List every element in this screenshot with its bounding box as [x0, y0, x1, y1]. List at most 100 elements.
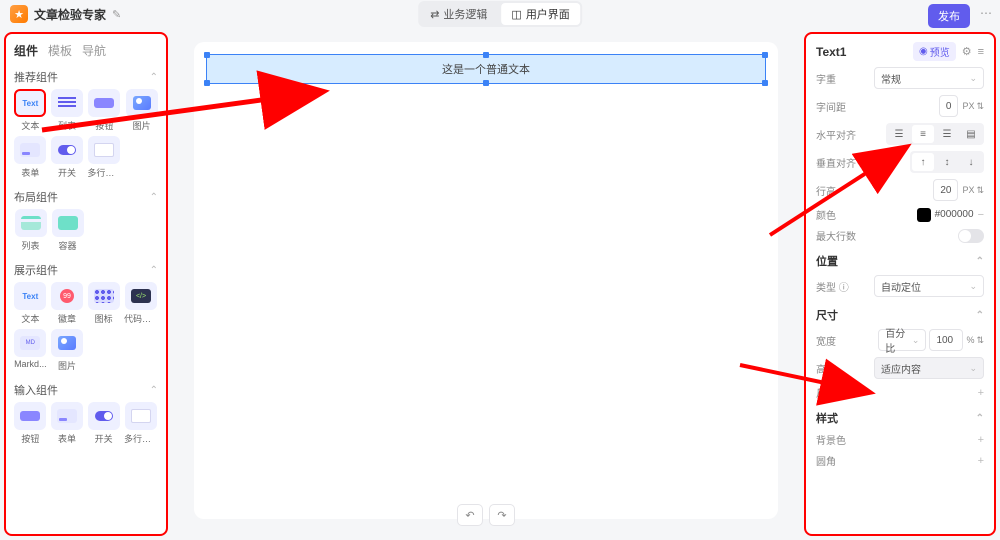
- publish-button[interactable]: 发布: [928, 4, 970, 28]
- comp-inp-switch-label: 开关: [95, 432, 113, 445]
- comp-text[interactable]: Text 文本: [14, 89, 47, 132]
- comp-image[interactable]: 图片: [125, 89, 158, 132]
- preview-button[interactable]: ◉ 预览: [913, 42, 956, 61]
- comp-multiline[interactable]: 多行输...: [87, 136, 121, 179]
- form-icon: [57, 409, 77, 423]
- align-justify-button[interactable]: ▤: [960, 125, 982, 143]
- comp-chart[interactable]: 图标: [87, 282, 120, 325]
- comp-chart-label: 图标: [95, 312, 113, 325]
- resize-handle-ne[interactable]: [762, 52, 768, 58]
- valign-top-button[interactable]: ↑: [912, 153, 934, 171]
- canvas[interactable]: 这是一个普通文本: [194, 42, 778, 519]
- resize-handle-nw[interactable]: [204, 52, 210, 58]
- chevron-down-icon[interactable]: ⌃: [976, 310, 984, 321]
- text-icon: Text: [22, 99, 38, 108]
- comp-inp-multiline[interactable]: 多行输...: [124, 402, 158, 445]
- comp-form[interactable]: 表单: [14, 136, 47, 179]
- width-input[interactable]: 100: [929, 329, 963, 351]
- comp-inp-switch[interactable]: 开关: [87, 402, 120, 445]
- redo-button[interactable]: ↷: [489, 504, 515, 526]
- resize-handle-se[interactable]: [762, 80, 768, 86]
- stepper-icon[interactable]: ⇅: [976, 101, 984, 112]
- valign-middle-button[interactable]: ↕: [936, 153, 958, 171]
- comp-form-label: 表单: [21, 166, 39, 179]
- undo-button[interactable]: ↶: [457, 504, 483, 526]
- comp-disp-image-label: 图片: [58, 359, 76, 372]
- add-radius-button[interactable]: +: [978, 455, 984, 467]
- chevron-down-icon[interactable]: ⌃: [976, 413, 984, 424]
- align-left-button[interactable]: ☰: [888, 125, 910, 143]
- comp-switch[interactable]: 开关: [51, 136, 84, 179]
- letter-spacing-unit: PX: [962, 101, 974, 111]
- rad-label: 圆角: [816, 453, 836, 468]
- comp-inp-button[interactable]: 按钮: [14, 402, 47, 445]
- edit-title-icon[interactable]: ✎: [112, 8, 121, 21]
- chevron-down-icon[interactable]: ⌃: [150, 72, 158, 83]
- width-mode-value: 百分比: [885, 325, 912, 355]
- align-right-button[interactable]: ☰: [936, 125, 958, 143]
- image-icon: [133, 96, 151, 110]
- switch-icon: [95, 411, 113, 421]
- stepper-icon[interactable]: ⇅: [976, 185, 984, 196]
- app-title: 文章检验专家: [34, 6, 106, 23]
- comp-code[interactable]: </>代码展...: [124, 282, 158, 325]
- resize-handle-sw[interactable]: [204, 80, 210, 86]
- image-icon: [58, 336, 76, 350]
- valign-bottom-button[interactable]: ↓: [960, 153, 982, 171]
- comp-markdown-label: Markd...: [14, 359, 47, 369]
- align-center-button[interactable]: ≡: [912, 125, 934, 143]
- comp-disp-image[interactable]: 图片: [51, 329, 84, 372]
- font-weight-select[interactable]: 常规⌄: [874, 67, 984, 89]
- table-icon: [21, 216, 41, 230]
- width-label: 宽度: [816, 333, 836, 348]
- comp-layout-list[interactable]: 列表: [14, 209, 47, 252]
- component-panel: 组件 模板 导航 推荐组件⌃ Text文本 列表 按钮 图片 表单 开关 多行输…: [4, 32, 168, 536]
- chevron-down-icon[interactable]: ⌃: [150, 192, 158, 203]
- height-select[interactable]: 适应内容⌄: [874, 357, 984, 379]
- text-widget-selected[interactable]: 这是一个普通文本: [206, 54, 766, 84]
- app-logo-icon: ★: [10, 5, 28, 23]
- resize-handle-s[interactable]: [483, 80, 489, 86]
- comp-container[interactable]: 容器: [51, 209, 84, 252]
- tab-ui[interactable]: ◫用户界面: [501, 3, 579, 25]
- position-type-select[interactable]: 自动定位⌄: [874, 275, 984, 297]
- badge-icon: 99: [60, 289, 74, 303]
- comp-inp-form[interactable]: 表单: [51, 402, 84, 445]
- resize-handle-n[interactable]: [483, 52, 489, 58]
- max-lines-toggle[interactable]: [958, 229, 984, 243]
- comp-markdown[interactable]: MDMarkd...: [14, 329, 47, 372]
- letter-spacing-value: 0: [946, 101, 952, 112]
- height-label: 高度: [816, 361, 836, 376]
- comp-switch-label: 开关: [58, 166, 76, 179]
- group-layout-label: 布局组件: [14, 189, 58, 205]
- stepper-icon[interactable]: ⇅: [976, 335, 984, 346]
- remove-color-button[interactable]: −: [978, 209, 984, 221]
- line-height-input[interactable]: 20: [933, 179, 958, 201]
- top-mode-tabs: ⇄业务逻辑 ◫用户界面: [418, 1, 582, 27]
- add-size-limit-button[interactable]: +: [978, 387, 984, 399]
- comp-list[interactable]: 列表: [51, 89, 84, 132]
- width-mode-select[interactable]: 百分比⌄: [878, 329, 926, 351]
- comp-text-label: 文本: [21, 119, 39, 132]
- comp-badge[interactable]: 99徽章: [51, 282, 84, 325]
- comp-button[interactable]: 按钮: [87, 89, 121, 132]
- tab-logic[interactable]: ⇄业务逻辑: [420, 3, 497, 25]
- comp-disp-text[interactable]: Text文本: [14, 282, 47, 325]
- comp-inp-form-label: 表单: [58, 432, 76, 445]
- multiline-icon: [131, 409, 151, 423]
- menu-icon[interactable]: ≡: [978, 46, 984, 58]
- text-icon: Text: [22, 292, 38, 301]
- gear-icon[interactable]: ⚙: [962, 45, 972, 58]
- color-swatch[interactable]: [917, 208, 931, 222]
- comp-inp-button-label: 按钮: [21, 432, 39, 445]
- chevron-down-icon[interactable]: ⌃: [976, 256, 984, 267]
- letter-spacing-input[interactable]: 0: [939, 95, 959, 117]
- chevron-down-icon[interactable]: ⌃: [150, 385, 158, 396]
- left-tab-components[interactable]: 组件: [14, 42, 38, 59]
- more-button[interactable]: ⋯: [980, 6, 992, 20]
- chevron-down-icon[interactable]: ⌃: [150, 265, 158, 276]
- left-tab-templates[interactable]: 模板: [48, 42, 72, 59]
- canvas-area[interactable]: 这是一个普通文本 ↶ ↷: [172, 28, 800, 540]
- add-bg-button[interactable]: +: [978, 434, 984, 446]
- left-tab-nav[interactable]: 导航: [82, 42, 106, 59]
